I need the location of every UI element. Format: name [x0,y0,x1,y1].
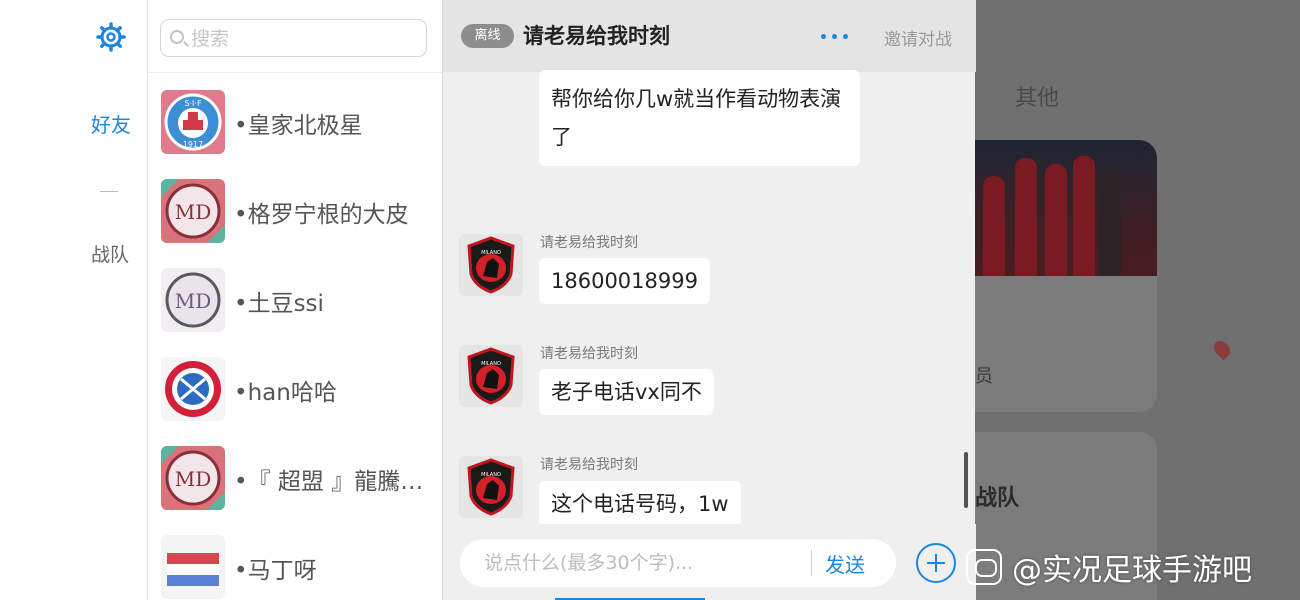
svg-text:MILANO: MILANO [481,250,501,256]
tab-separator [100,191,118,192]
settings-gear-icon[interactable] [96,22,126,52]
chat-header: 离线 请老易给我时刻 邀请对战 [443,0,976,72]
friend-name: •han哈哈 [234,380,337,406]
chat-input-bar: 发送 [443,524,976,600]
chat-scrollbar[interactable] [964,452,968,508]
message-bubble: 这个电话号码，1w [539,481,741,527]
friend-name: •『 超盟 』龍騰噬... [234,469,439,495]
background-card: 员 [975,140,1157,412]
friend-item[interactable]: •马丁呀 [148,523,442,600]
chat-panel: 离线 请老易给我时刻 邀请对战 帮你给你几w就当作看动物表演了 MILANO 请… [442,0,976,600]
watermark-text: @实况足球手游吧 [1012,553,1252,588]
sender-avatar[interactable]: MILANO [459,456,523,518]
svg-text:S·I·F: S·I·F [184,99,202,108]
offline-status-badge: 离线 [461,24,514,48]
friend-item[interactable]: MD •格罗宁根的大皮 [148,167,442,247]
team-photo [975,140,1157,276]
nav-rail: 好友 战队 [0,0,148,600]
md-crest-avatar: MD [161,179,225,243]
more-dots-icon[interactable] [821,26,851,46]
sif-crest-avatar: S·I·F 1917 [161,90,225,154]
plus-icon[interactable] [916,543,956,583]
sender-name: 请老易给我时刻 [540,346,638,362]
message-bubble: 老子电话vx同不 [539,369,714,415]
search-box[interactable] [160,19,427,57]
svg-text:MD: MD [175,289,212,313]
message-input[interactable] [484,549,804,577]
friend-name: •格罗宁根的大皮 [234,202,409,228]
input-divider [811,550,812,576]
bayern-crest-avatar [161,357,225,421]
md-crest-light-avatar: MD [161,268,225,332]
sender-avatar[interactable]: MILANO [459,234,523,296]
search-input[interactable] [191,26,416,52]
friend-name: •土豆ssi [234,291,324,317]
svg-text:MD: MD [175,200,212,224]
tieba-logo-icon [966,549,1002,585]
message-bubble: 18600018999 [539,258,710,304]
role-fragment: 员 [975,366,993,387]
message-input-box[interactable]: 发送 [460,539,896,587]
divider [148,72,442,73]
svg-text:MD: MD [175,467,212,491]
svg-text:MILANO: MILANO [481,361,501,367]
friend-item[interactable]: MD •『 超盟 』龍騰噬... [148,434,442,514]
other-section-label: 其他 [1015,86,1060,111]
friend-list-panel: S·I·F 1917 •皇家北极星 MD •格罗宁根的大皮 MD •土豆 [148,0,442,600]
friend-item[interactable]: •han哈哈 [148,345,442,425]
sender-name: 请老易给我时刻 [540,235,638,251]
background-game-view: 其他 员 战队 [975,0,1300,600]
friend-name: •马丁呀 [234,558,317,584]
svg-text:1917: 1917 [183,140,203,149]
team-fragment: 战队 [975,486,1020,511]
netherlands-flag-avatar [161,535,225,599]
friend-name: •皇家北极星 [234,113,363,139]
map-pin-icon [1210,337,1234,361]
message-bubble: 帮你给你几w就当作看动物表演了 [539,70,860,166]
chat-title: 请老易给我时刻 [523,24,670,48]
search-icon [170,30,184,44]
send-button[interactable]: 发送 [825,549,865,578]
invite-match-button[interactable]: 邀请对战 [884,25,952,50]
friend-item[interactable]: S·I·F 1917 •皇家北极星 [148,78,442,158]
svg-text:MILANO: MILANO [481,472,501,478]
sender-name: 请老易给我时刻 [540,457,638,473]
watermark: @实况足球手游吧 [966,545,1252,588]
sender-avatar[interactable]: MILANO [459,345,523,407]
friend-item[interactable]: MD •土豆ssi [148,256,442,336]
md-crest-avatar: MD [161,446,225,510]
